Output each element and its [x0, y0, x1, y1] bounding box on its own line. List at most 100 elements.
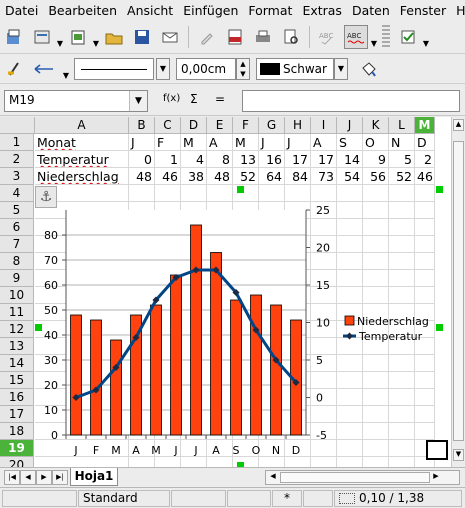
line-width-field[interactable]: 0,00cm	[176, 57, 236, 80]
chart[interactable]: 0 10 20 30 40 50 60 70 80 -5 0 5 10 15 20 25 J F M A M J J A S O N…	[39, 191, 439, 461]
row-header-15[interactable]: 15	[0, 372, 34, 389]
cell-g1[interactable]: J	[259, 134, 285, 151]
selection-handle-top[interactable]	[237, 186, 244, 193]
print-icon[interactable]	[251, 25, 275, 49]
menu-bearbeiten[interactable]: Bearbeiten	[43, 3, 122, 18]
column-header-a[interactable]: A	[35, 117, 129, 134]
cell-m1[interactable]: D	[415, 134, 435, 151]
row-header-19[interactable]: 19	[0, 440, 34, 457]
line-icon[interactable]	[2, 57, 26, 81]
area-fill-icon[interactable]	[356, 57, 380, 81]
scroll-down-icon[interactable]: ▼	[453, 449, 464, 461]
templates-icon[interactable]	[30, 25, 54, 49]
cell-g2[interactable]: 16	[259, 151, 285, 168]
active-cell-cursor[interactable]	[426, 440, 448, 460]
row-header-10[interactable]: 10	[0, 287, 34, 304]
cell-l3[interactable]: 52	[389, 168, 415, 185]
sheet-tab-hoja1[interactable]: Hoja1	[70, 468, 118, 486]
cell-d1[interactable]: M	[181, 134, 207, 151]
cell-c1[interactable]: F	[155, 134, 181, 151]
toolbar-handle[interactable]	[382, 24, 390, 49]
cell-f3[interactable]: 52	[233, 168, 259, 185]
menu-hilfe[interactable]: Hilfe	[451, 3, 465, 18]
column-header-g[interactable]: G	[259, 117, 285, 134]
select-all-corner[interactable]	[0, 117, 35, 134]
cell-l2[interactable]: 5	[389, 151, 415, 168]
column-header-f[interactable]: F	[233, 117, 259, 134]
column-header-m[interactable]: M	[415, 117, 435, 134]
cell-k1[interactable]: O	[363, 134, 389, 151]
status-zoom[interactable]	[171, 490, 226, 507]
prev-sheet-icon[interactable]: ◀	[20, 470, 36, 485]
next-sheet-icon[interactable]: ▶	[36, 470, 52, 485]
menu-extras[interactable]: Extras	[297, 3, 347, 18]
cell-l1[interactable]: N	[389, 134, 415, 151]
last-sheet-icon[interactable]: ▶|	[52, 470, 68, 485]
page-preview-icon[interactable]	[279, 25, 303, 49]
arrow-style-icon[interactable]	[30, 57, 60, 81]
cell-k3[interactable]: 56	[363, 168, 389, 185]
row-header-12[interactable]: 12	[0, 321, 34, 338]
autospellcheck-icon[interactable]: ABC	[344, 24, 368, 49]
menu-einfuegen[interactable]: Einfügen	[178, 3, 243, 18]
row-header-13[interactable]: 13	[0, 338, 34, 355]
scroll-right-icon[interactable]: ▶	[431, 472, 441, 483]
spellcheck-icon[interactable]: ABC	[316, 25, 340, 49]
formula-button[interactable]: =	[215, 92, 225, 106]
column-header-d[interactable]: D	[181, 117, 207, 134]
sum-button[interactable]: Σ	[190, 92, 198, 106]
cell-i3[interactable]: 73	[311, 168, 337, 185]
status-insert-mode[interactable]	[227, 490, 271, 507]
vertical-scrollbar[interactable]: ▲ ▼	[451, 117, 465, 467]
cell-b3[interactable]: 48	[129, 168, 155, 185]
column-header-j[interactable]: J	[337, 117, 363, 134]
email-icon[interactable]	[158, 25, 182, 49]
cell-b1[interactable]: J	[129, 134, 155, 151]
row-header-7[interactable]: 7	[0, 236, 34, 253]
column-header-i[interactable]: I	[311, 117, 337, 134]
cell-m2[interactable]: 2	[415, 151, 435, 168]
cell-b2[interactable]: 0	[129, 151, 155, 168]
cell-h1[interactable]: J	[285, 134, 311, 151]
cell-c2[interactable]: 1	[155, 151, 181, 168]
cell-j2[interactable]: 14	[337, 151, 363, 168]
column-header-l[interactable]: L	[389, 117, 415, 134]
formula-input[interactable]	[242, 90, 460, 112]
menu-fenster[interactable]: Fenster	[395, 3, 451, 18]
toolbar-dropdown-arrow[interactable]: ▼	[56, 26, 64, 48]
horizontal-scroll-thumb[interactable]	[280, 472, 430, 483]
new-dropdown-arrow[interactable]: ▼	[92, 26, 100, 48]
row-header-18[interactable]: 18	[0, 423, 34, 440]
cell-d2[interactable]: 4	[181, 151, 207, 168]
cell-c3[interactable]: 46	[155, 168, 181, 185]
spreadsheet-grid[interactable]: ABCDEFGHIJKLM 1 2 3 4 5 6 7 8 9 10 11 12 13 14 15 16 17 1…	[0, 117, 465, 467]
column-header-e[interactable]: E	[207, 117, 233, 134]
row-header-4[interactable]: 4	[0, 185, 34, 202]
open-icon[interactable]	[102, 25, 126, 49]
line-width-spinner[interactable]: ▲ ▼	[236, 57, 250, 80]
row-header-17[interactable]: 17	[0, 406, 34, 423]
menu-datei[interactable]: Datei	[0, 3, 43, 18]
toolbar-overflow-icon[interactable]: ▼	[370, 26, 378, 48]
cell-d3[interactable]: 38	[181, 168, 207, 185]
function-wizard-button[interactable]: f(x)	[163, 93, 180, 104]
menu-daten[interactable]: Daten	[347, 3, 395, 18]
selection-handle-top-right[interactable]	[436, 186, 443, 193]
row-header-6[interactable]: 6	[0, 219, 34, 236]
name-box-dropdown-icon[interactable]: ▼	[129, 91, 147, 111]
scroll-left-icon[interactable]: ◀	[268, 472, 278, 483]
cell-k2[interactable]: 9	[363, 151, 389, 168]
row-header-2[interactable]: 2	[0, 151, 34, 168]
toolbar-overflow-icon-2[interactable]: ▼	[422, 26, 430, 48]
row-header-5[interactable]: 5	[0, 202, 34, 219]
cell-a3[interactable]: Niederschlag	[35, 168, 129, 185]
cell-i1[interactable]: A	[311, 134, 337, 151]
selection-handle-left[interactable]	[35, 324, 42, 331]
scroll-up-icon[interactable]: ▲	[453, 119, 464, 131]
vertical-scroll-thumb[interactable]	[453, 141, 464, 441]
cell-g3[interactable]: 64	[259, 168, 285, 185]
cell-a2[interactable]: Temperatur	[35, 151, 129, 168]
cell-h3[interactable]: 84	[285, 168, 311, 185]
cell-e2[interactable]: 8	[207, 151, 233, 168]
cell-i2[interactable]: 17	[311, 151, 337, 168]
